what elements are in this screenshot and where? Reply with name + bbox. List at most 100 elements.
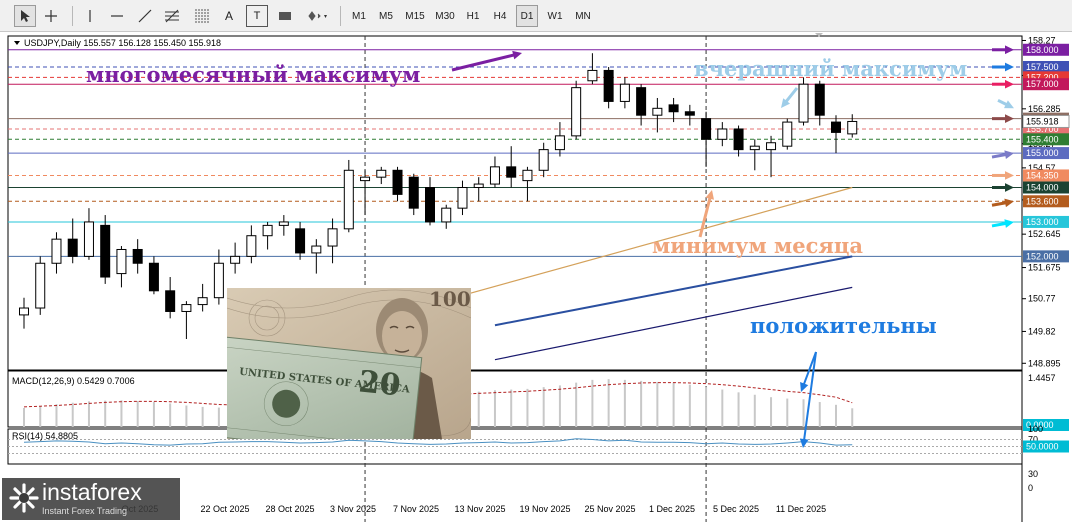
- candle-body: [749, 145, 760, 151]
- y-tick-label: 149.82: [1028, 326, 1056, 336]
- rsi-tick-label: 100: [1028, 424, 1043, 434]
- logo-tagline: Instant Forex Trading: [42, 506, 128, 516]
- price-level-label: 155.400: [1026, 134, 1059, 144]
- candle-body: [831, 121, 841, 133]
- x-axis-label: 28 Oct 2025: [265, 504, 314, 514]
- candle-body: [489, 166, 500, 185]
- vertical-line-icon[interactable]: [80, 5, 100, 27]
- annotation-month-low: минимум месяца: [652, 233, 864, 258]
- vertical-line-icon: [89, 10, 91, 22]
- candle-body: [408, 176, 419, 209]
- candle-body: [473, 183, 484, 189]
- macd-label: MACD(12,26,9) 0.5429 0.7006: [12, 376, 135, 386]
- rectangle-icon: [279, 12, 291, 20]
- shapes-icon: [308, 11, 327, 21]
- candle-body: [522, 169, 533, 182]
- price-level-label: 155.000: [1026, 148, 1059, 158]
- annotation-multi-month-high: многомесячный максимум: [86, 62, 421, 87]
- chart-svg[interactable]: 158.27157.255156.285155.27154.57153.6415…: [0, 32, 1072, 522]
- timeframe-mn[interactable]: MN: [572, 5, 594, 27]
- chart-header: USDJPY,Daily 155.557 156.128 155.450 155…: [24, 38, 221, 48]
- toolbar-separator: [340, 6, 341, 26]
- chart-window[interactable]: 158.27157.255156.285155.27154.57153.6415…: [0, 32, 1072, 522]
- candle-body: [376, 169, 387, 178]
- candle-body: [847, 120, 858, 135]
- x-axis-label: 7 Nov 2025: [393, 504, 439, 514]
- candle-body: [181, 304, 192, 312]
- candle-body: [262, 224, 273, 237]
- candle: [782, 118, 793, 150]
- candle-body: [83, 221, 94, 257]
- candle-body: [457, 187, 468, 209]
- candle-body: [425, 187, 435, 223]
- candle: [571, 80, 582, 140]
- trendline-icon[interactable]: [134, 5, 156, 27]
- timeframe-m5[interactable]: M5: [374, 5, 398, 27]
- current-price-label: 155.918: [1026, 116, 1059, 126]
- timeframe-m1[interactable]: M1: [348, 5, 370, 27]
- fibonacci-icon[interactable]: [160, 5, 184, 27]
- channel-icon[interactable]: [190, 5, 214, 27]
- candle-body: [67, 238, 78, 257]
- candle-body: [165, 290, 176, 312]
- horizontal-line-icon: [111, 15, 123, 17]
- label-icon[interactable]: T: [246, 5, 268, 27]
- x-axis-label: 3 Nov 2025: [330, 504, 376, 514]
- cursor-icon: [21, 10, 30, 22]
- candle-body: [603, 69, 614, 102]
- candle-body: [51, 238, 62, 264]
- logo-name: instaforex: [42, 479, 142, 505]
- timeframe-h4[interactable]: H4: [489, 5, 511, 27]
- rsi-label: RSI(14) 54.8805: [12, 431, 78, 441]
- price-level-label: 154.000: [1026, 183, 1059, 193]
- timeframe-m15[interactable]: M15: [402, 5, 428, 27]
- candle-body: [684, 111, 695, 116]
- text-icon[interactable]: A: [218, 5, 240, 27]
- candle-body: [246, 235, 257, 257]
- timeframe-d1[interactable]: D1: [516, 5, 538, 27]
- x-axis-label: 25 Nov 2025: [584, 504, 635, 514]
- y-tick-label: 148.895: [1028, 358, 1061, 368]
- price-level-label: 157.000: [1026, 79, 1059, 89]
- candle-body: [571, 87, 582, 137]
- cursor-icon[interactable]: [14, 5, 36, 27]
- trendline-icon: [138, 9, 152, 23]
- candle-body: [148, 262, 159, 292]
- candle-body: [441, 207, 452, 223]
- candle-body: [19, 307, 29, 316]
- annotation-positive: положительны: [750, 313, 937, 338]
- candle-body: [668, 104, 679, 113]
- channel-icon: [195, 9, 209, 23]
- x-axis-label: 11 Dec 2025: [776, 504, 826, 514]
- crosshair-icon[interactable]: [40, 5, 62, 27]
- candle-body: [652, 107, 663, 116]
- candle-body: [506, 166, 517, 178]
- timeframe-w1[interactable]: W1: [543, 5, 567, 27]
- candle-body: [35, 262, 46, 309]
- candle-body: [392, 169, 403, 195]
- rectangle-icon[interactable]: [274, 5, 296, 27]
- annotation-yesterday-high: вчерашний максимум: [694, 56, 968, 81]
- timeframe-h1[interactable]: H1: [462, 5, 484, 27]
- price-level-label: 153.600: [1026, 196, 1059, 206]
- rsi-tick-label: 30: [1028, 469, 1038, 479]
- macd-pane: [7, 370, 1023, 428]
- candle-body: [587, 69, 598, 82]
- candle-body: [782, 121, 793, 147]
- candle-body: [100, 224, 111, 278]
- price-level-label: 157.500: [1026, 62, 1059, 72]
- candle-body: [295, 228, 306, 254]
- horizontal-line-icon[interactable]: [106, 5, 128, 27]
- x-axis-label: 5 Dec 2025: [713, 504, 759, 514]
- candle-body: [230, 255, 241, 264]
- crosshair-icon: [45, 10, 57, 22]
- timeframe-m30[interactable]: M30: [432, 5, 458, 27]
- shapes-icon[interactable]: [304, 5, 334, 27]
- toolbar-separator: [72, 6, 73, 26]
- candle-body: [327, 228, 338, 247]
- instaforex-logo: instaforex Instant Forex Trading: [2, 478, 180, 520]
- y-tick-label: 150.77: [1028, 294, 1056, 304]
- price-level-label: 152.000: [1026, 251, 1059, 261]
- candle-body: [538, 149, 549, 171]
- candle-body: [636, 87, 647, 116]
